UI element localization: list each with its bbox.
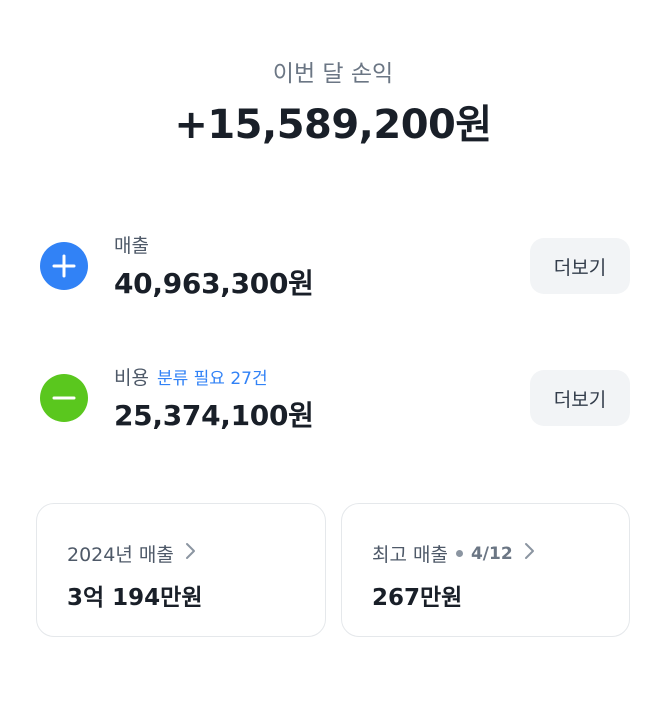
revenue-more-button[interactable]: 더보기 (530, 238, 630, 294)
expense-label: 비용 분류 필요 27건 (114, 367, 268, 389)
uncategorized-count-link[interactable]: 분류 필요 27건 (157, 369, 268, 389)
minus-icon (40, 374, 88, 422)
expense-amount: 25,374,100원 (114, 399, 314, 432)
plus-icon (40, 242, 88, 290)
best-revenue-value: 267만원 (372, 585, 463, 611)
yearly-revenue-card[interactable]: 2024년 매출 3억 194만원 (36, 503, 326, 637)
yearly-revenue-label: 2024년 매출 (67, 540, 196, 567)
summary-amount: +15,589,200원 (174, 102, 492, 148)
best-revenue-card[interactable]: 최고 매출 4/12 267만원 (341, 503, 630, 637)
yearly-revenue-value: 3억 194만원 (67, 585, 203, 611)
revenue-amount: 40,963,300원 (114, 267, 314, 300)
expense-more-button[interactable]: 더보기 (530, 370, 630, 426)
summary-label: 이번 달 손익 (272, 61, 394, 87)
chevron-right-icon (184, 542, 196, 565)
revenue-label: 매출 (114, 235, 149, 257)
expense-row: 비용 분류 필요 27건 25,374,100원 더보기 (0, 358, 666, 448)
separator-dot (455, 550, 463, 557)
revenue-row: 매출 40,963,300원 더보기 (0, 226, 666, 316)
best-revenue-label: 최고 매출 4/12 (372, 540, 535, 567)
chevron-right-icon (523, 542, 535, 565)
best-revenue-date: 4/12 (470, 543, 513, 564)
